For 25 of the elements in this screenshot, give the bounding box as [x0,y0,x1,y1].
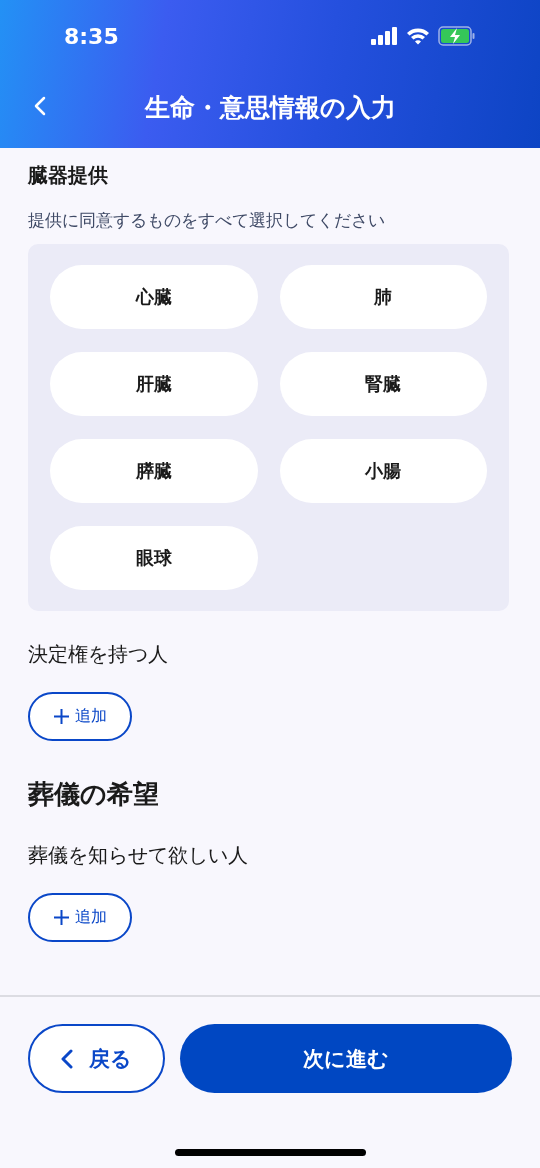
section-title: 葬儀の希望 [28,778,159,811]
organ-option[interactable]: 肝臓 [50,352,258,416]
section-title: 臓器提供 [28,162,108,189]
plus-icon [53,709,69,724]
add-button[interactable]: 追加 [28,692,132,741]
organ-option[interactable]: 心臓 [50,265,258,329]
wifi-icon [406,27,430,45]
organ-option[interactable]: 小腸 [279,439,487,503]
organ-option[interactable]: 肺 [279,265,487,329]
add-button[interactable]: 追加 [28,893,132,942]
back-icon[interactable] [34,96,46,116]
instruction-text: 提供に同意するものをすべて選択してください [28,209,385,232]
organ-option[interactable]: 腎臓 [279,352,487,416]
field-label: 決定権を持つ人 [28,641,168,668]
back-button[interactable]: 戻る [28,1024,165,1093]
next-button[interactable]: 次に進む [180,1024,512,1093]
battery-charging-icon [438,26,476,46]
status-time: 8:35 [64,23,119,49]
chevron-left-icon [61,1048,73,1069]
organ-option[interactable]: 膵臓 [50,439,258,503]
screen-title: 生命・意思情報の入力 [144,91,396,124]
organ-option[interactable]: 眼球 [50,526,258,590]
plus-icon [53,910,69,925]
signal-icon [371,27,398,45]
field-label: 葬儀を知らせて欲しい人 [28,842,248,869]
